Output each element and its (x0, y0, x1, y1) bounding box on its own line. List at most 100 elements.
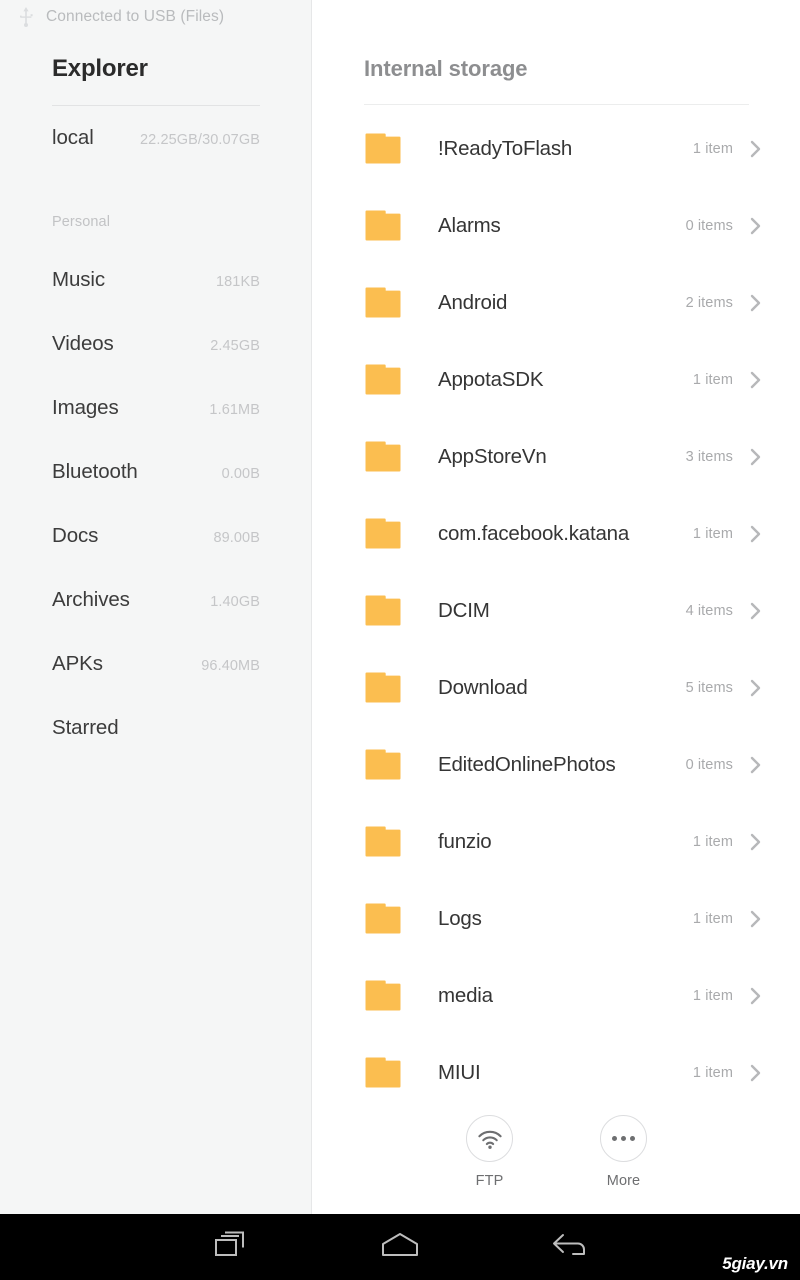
more-dots-icon (600, 1115, 647, 1162)
folder-icon (364, 440, 402, 473)
file-row[interactable]: MIUI 1 item (313, 1034, 800, 1111)
page-title: Explorer (52, 55, 148, 82)
sidebar-item-value: 0.00B (221, 466, 260, 482)
sidebar-item-label: APKs (52, 652, 103, 675)
file-item-count: 5 items (685, 679, 733, 696)
folder-icon (364, 363, 402, 396)
action-bar: FTP More (313, 1115, 800, 1214)
sidebar-item-value: 1.61MB (209, 402, 260, 418)
file-item-count: 1 item (692, 140, 733, 157)
ftp-button[interactable]: FTP (444, 1115, 536, 1214)
file-row[interactable]: funzio 1 item (313, 803, 800, 880)
file-name: media (438, 983, 493, 1007)
sidebar-item-bluetooth[interactable]: Bluetooth 0.00B (52, 460, 260, 484)
chevron-right-icon[interactable] (749, 986, 762, 1006)
sidebar-item-label: Docs (52, 524, 99, 547)
file-item-count: 0 items (685, 217, 733, 234)
folder-icon (364, 902, 402, 935)
folder-icon (364, 671, 402, 704)
sidebar-item-value: 181KB (215, 274, 260, 290)
sidebar-item-value: 96.40MB (201, 658, 260, 674)
sidebar-item-value: 22.25GB/30.07GB (140, 132, 260, 148)
chevron-right-icon[interactable] (749, 216, 762, 236)
main-panel: Internal storage !ReadyToFlash 1 item Alar… (313, 0, 800, 1214)
file-item-count: 4 items (685, 602, 733, 619)
file-item-count: 2 items (685, 294, 733, 311)
file-name: Logs (438, 906, 482, 930)
file-name: MIUI (438, 1060, 481, 1084)
folder-icon (364, 286, 402, 319)
sidebar-item-local[interactable]: local 22.25GB/30.07GB (52, 126, 260, 150)
home-button[interactable] (335, 1214, 465, 1280)
file-item-count: 1 item (692, 525, 733, 542)
file-item-count: 1 item (692, 987, 733, 1004)
chevron-right-icon[interactable] (749, 370, 762, 390)
file-item-count: 1 item (692, 371, 733, 388)
chevron-right-icon[interactable] (749, 139, 762, 159)
sidebar-item-label: local (52, 126, 94, 149)
file-row[interactable]: !ReadyToFlash 1 item (313, 110, 800, 187)
back-icon (551, 1231, 589, 1264)
chevron-right-icon[interactable] (749, 678, 762, 698)
file-name: EditedOnlinePhotos (438, 752, 616, 776)
file-row[interactable]: Android 2 items (313, 264, 800, 341)
file-name: AppStoreVn (438, 444, 547, 468)
sidebar-item-label: Starred (52, 716, 119, 739)
sidebar-item-value: 2.45GB (210, 338, 260, 354)
sidebar-item-archives[interactable]: Archives 1.40GB (52, 588, 260, 612)
folder-icon (364, 1056, 402, 1089)
sidebar-item-value: 1.40GB (210, 594, 260, 610)
chevron-right-icon[interactable] (749, 447, 762, 467)
chevron-right-icon[interactable] (749, 601, 762, 621)
chevron-right-icon[interactable] (749, 832, 762, 852)
file-row[interactable]: media 1 item (313, 957, 800, 1034)
folder-icon (364, 748, 402, 781)
folder-icon (364, 825, 402, 858)
chevron-right-icon[interactable] (749, 293, 762, 313)
sidebar-item-apks[interactable]: APKs 96.40MB (52, 652, 260, 676)
file-item-count: 1 item (692, 1064, 733, 1081)
file-item-count: 1 item (692, 910, 733, 927)
file-row[interactable]: AppotaSDK 1 item (313, 341, 800, 418)
file-row[interactable]: Logs 1 item (313, 880, 800, 957)
sidebar-item-videos[interactable]: Videos 2.45GB (52, 332, 260, 356)
folder-icon (364, 132, 402, 165)
sidebar-item-docs[interactable]: Docs 89.00B (52, 524, 260, 548)
sidebar-section-personal: Personal (52, 214, 111, 230)
file-item-count: 0 items (685, 756, 733, 773)
chevron-right-icon[interactable] (749, 524, 762, 544)
file-row[interactable]: Download 5 items (313, 649, 800, 726)
sidebar-item-images[interactable]: Images 1.61MB (52, 396, 260, 420)
main-panel-title: Internal storage (364, 56, 528, 81)
chevron-right-icon[interactable] (749, 1063, 762, 1083)
sidebar-item-starred[interactable]: Starred (52, 716, 260, 740)
file-name: !ReadyToFlash (438, 136, 573, 160)
sidebar: Connected to USB (Files) Explorer local … (0, 0, 312, 1214)
usb-status-text: Connected to USB (Files) (46, 8, 225, 25)
file-list[interactable]: !ReadyToFlash 1 item Alarms 0 items Android 2… (313, 110, 800, 1111)
chevron-right-icon[interactable] (749, 909, 762, 929)
recent-apps-button[interactable] (165, 1214, 295, 1280)
folder-icon (364, 209, 402, 242)
file-name: DCIM (438, 598, 490, 622)
sidebar-divider (52, 105, 260, 106)
file-row[interactable]: EditedOnlinePhotos 0 items (313, 726, 800, 803)
file-row[interactable]: AppStoreVn 3 items (313, 418, 800, 495)
file-row[interactable]: Alarms 0 items (313, 187, 800, 264)
more-button[interactable]: More (578, 1115, 670, 1214)
chevron-right-icon[interactable] (749, 755, 762, 775)
sidebar-item-label: Bluetooth (52, 460, 138, 483)
folder-icon (364, 979, 402, 1012)
main-panel-divider (364, 104, 749, 105)
home-icon (380, 1231, 420, 1264)
sidebar-item-label: Images (52, 396, 119, 419)
back-button[interactable] (505, 1214, 635, 1280)
sidebar-item-label: Music (52, 268, 106, 291)
folder-icon (364, 594, 402, 627)
file-row[interactable]: DCIM 4 items (313, 572, 800, 649)
ftp-label: FTP (475, 1173, 504, 1189)
file-name: Android (438, 290, 508, 314)
sidebar-item-music[interactable]: Music 181KB (52, 268, 260, 292)
recent-apps-icon (212, 1230, 248, 1265)
file-row[interactable]: com.facebook.katana 1 item (313, 495, 800, 572)
